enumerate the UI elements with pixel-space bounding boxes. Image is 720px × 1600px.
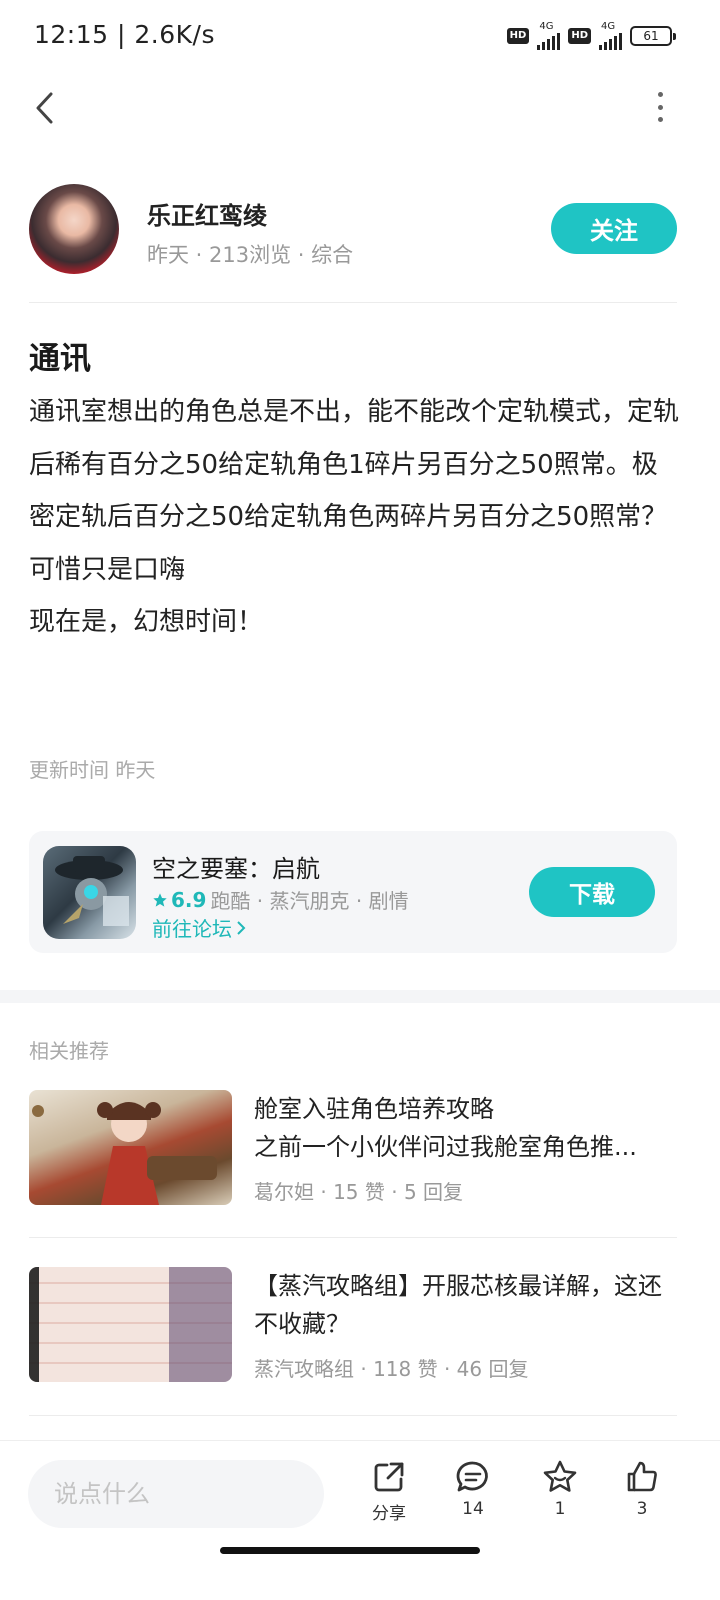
post-title: 通讯 xyxy=(29,341,91,377)
list-item[interactable]: 舱室入驻角色培养攻略 之前一个小伙伴问过我舱室角色推... 葛尔妲 · 15 赞… xyxy=(29,1090,677,1210)
more-dot-icon xyxy=(657,104,663,110)
hd-icon: HD xyxy=(506,28,530,44)
star-outline-icon xyxy=(543,1460,577,1492)
hd-icon: HD xyxy=(568,28,591,44)
signal-icon: 4G xyxy=(537,21,561,50)
recommendations-heading: 相关推荐 xyxy=(29,1039,109,1063)
star-icon xyxy=(153,892,167,907)
more-dot-icon xyxy=(657,92,663,97)
game-rating-value: 6.9 xyxy=(171,887,207,912)
forum-link[interactable]: 前往论坛 xyxy=(152,913,246,942)
avatar[interactable] xyxy=(29,184,119,274)
post-paragraph: 现在是，幻想时间！ xyxy=(29,607,264,637)
more-dot-icon xyxy=(657,117,663,122)
game-artwork-icon xyxy=(55,856,129,926)
character-artwork-icon xyxy=(32,1102,217,1205)
recommendation-thumbnail xyxy=(29,1267,232,1382)
divider xyxy=(29,1415,677,1416)
battery-level: 61 xyxy=(643,29,659,43)
network-type: 4G xyxy=(539,21,554,32)
status-bar: 12:15 | 2.6K/s HD 4G HD 4G 61 xyxy=(0,0,720,72)
recommendation-thumbnail xyxy=(29,1090,232,1205)
back-button[interactable] xyxy=(26,88,62,128)
battery-icon: 61 xyxy=(630,26,676,46)
comment-icon xyxy=(456,1461,488,1492)
post-paragraph: 通讯室想出的角色总是不出，能不能改个定轨模式，定轨后稀有百分之50给定轨角色1碎… xyxy=(29,397,680,532)
share-button[interactable]: 分享 xyxy=(354,1459,424,1524)
comment-button[interactable]: 14 xyxy=(438,1459,508,1519)
forum-link-label: 前往论坛 xyxy=(152,917,232,941)
chevron-left-icon xyxy=(36,92,53,124)
signal-icon: 4G xyxy=(599,22,622,50)
chevron-right-icon xyxy=(237,920,246,935)
game-meta: 6.9 跑酷 · 蒸汽朋克 · 剧情 xyxy=(152,885,409,914)
thumbs-up-icon xyxy=(627,1461,657,1492)
recommendation-meta: 蒸汽攻略组 · 118 赞 · 46 回复 xyxy=(254,1357,529,1381)
like-button[interactable]: 3 xyxy=(607,1459,677,1519)
share-label: 分享 xyxy=(372,1504,406,1524)
more-button[interactable] xyxy=(650,92,670,122)
game-card[interactable]: 空之要塞：启航 6.9 跑酷 · 蒸汽朋克 · 剧情 前往论坛 下载 xyxy=(29,831,677,953)
list-item[interactable]: 【蒸汽攻略组】开服芯核最详解，这还不收藏？ 蒸汽攻略组 · 118 赞 · 46… xyxy=(29,1267,677,1387)
author-name[interactable]: 乐正红鸾绫 xyxy=(147,196,267,231)
section-divider xyxy=(0,990,720,1003)
follow-button[interactable]: 关注 xyxy=(551,203,677,254)
game-rating: 6.9 xyxy=(152,888,206,912)
post-paragraph: 可惜只是口嗨 xyxy=(29,554,186,585)
post-body: 通讯室想出的角色总是不出，能不能改个定轨模式，定轨后稀有百分之50给定轨角色1碎… xyxy=(29,386,681,649)
game-icon xyxy=(43,846,136,939)
favorite-count: 1 xyxy=(554,1499,566,1519)
network-type: 4G xyxy=(601,21,616,32)
table-screenshot-icon xyxy=(29,1267,232,1382)
divider xyxy=(29,302,677,303)
recommendation-meta: 葛尔妲 · 15 赞 · 5 回复 xyxy=(254,1180,464,1204)
updated-time: 更新时间 昨天 xyxy=(29,758,156,782)
recommendation-title: 【蒸汽攻略组】开服芯核最详解，这还不收藏？ xyxy=(254,1272,662,1338)
bottom-action-bar: 分享 14 1 3 xyxy=(0,1440,720,1600)
comment-input[interactable] xyxy=(28,1460,324,1528)
status-icons: HD 4G HD 4G 61 xyxy=(506,21,676,50)
home-indicator[interactable] xyxy=(220,1547,480,1554)
game-name[interactable]: 空之要塞：启航 xyxy=(152,849,320,884)
game-tags: 跑酷 · 蒸汽朋克 · 剧情 xyxy=(210,889,409,913)
favorite-button[interactable]: 1 xyxy=(525,1459,595,1519)
status-time: 12:15 | 2.6K/s xyxy=(34,20,215,49)
like-count: 3 xyxy=(636,1499,648,1519)
post-meta: 昨天 · 213浏览 · 综合 xyxy=(147,243,354,267)
recommendation-title: 舱室入驻角色培养攻略 xyxy=(254,1095,494,1123)
download-button[interactable]: 下载 xyxy=(529,867,655,917)
comment-count: 14 xyxy=(462,1499,484,1519)
recommendation-subtitle: 之前一个小伙伴问过我舱室角色推... xyxy=(254,1133,637,1161)
share-icon xyxy=(374,1462,404,1492)
divider xyxy=(29,1237,677,1238)
